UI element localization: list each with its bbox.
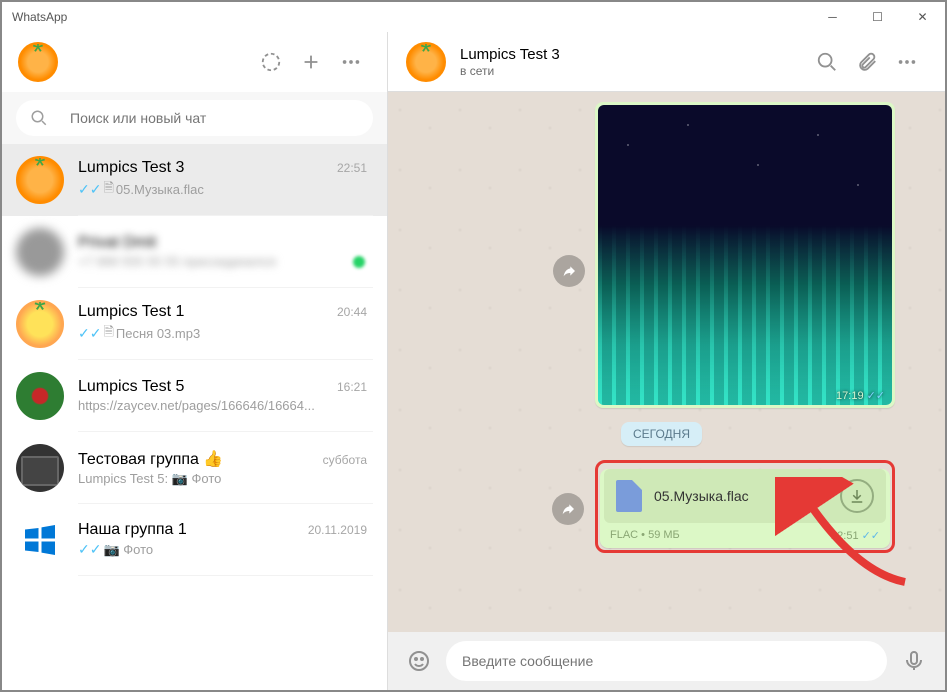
- chat-item-time: 16:21: [337, 380, 367, 394]
- chat-item[interactable]: Наша группа 120.11.2019 ✓✓📷 Фото: [2, 504, 387, 576]
- chat-item[interactable]: Lumpics Test 516:21 https://zaycev.net/pa…: [2, 360, 387, 432]
- chat-item-preview: https://zaycev.net/pages/166646/16664...: [78, 398, 367, 413]
- file-message-highlight: 05.Музыка.flac FLAC • 59 МБ 22:51 ✓✓: [595, 460, 895, 553]
- chat-item-name: Privat Dmit: [78, 234, 367, 252]
- chat-item-time: 22:51: [337, 161, 367, 175]
- chat-item[interactable]: Lumpics Test 322:51 ✓✓🗎 05.Музыка.flac: [2, 144, 387, 216]
- read-checks-icon: ✓✓: [78, 541, 101, 558]
- chat-item-avatar: [16, 444, 64, 492]
- file-timestamp: 22:51: [831, 530, 859, 542]
- messages-area[interactable]: 17:19 ✓✓ СЕГОДНЯ 05.Музыка.flac: [388, 92, 945, 632]
- chat-item-avatar: [16, 300, 64, 348]
- chat-item-avatar: [16, 156, 64, 204]
- forward-icon[interactable]: [553, 255, 585, 287]
- date-chip: СЕГОДНЯ: [621, 422, 702, 446]
- chat-item-avatar: [16, 228, 64, 276]
- chat-item[interactable]: Privat Dmit +7 999 555 55 55 присоединилс…: [2, 216, 387, 288]
- window-close-button[interactable]: ✕: [900, 2, 945, 32]
- chat-item-avatar: [16, 516, 64, 564]
- chat-item[interactable]: Lumpics Test 120:44 ✓✓🗎 Песня 03.mp3: [2, 288, 387, 360]
- chat-subtitle: в сети: [460, 64, 807, 78]
- status-icon[interactable]: [251, 42, 291, 82]
- my-avatar[interactable]: [18, 42, 58, 82]
- chat-item-preview: ✓✓🗎 Песня 03.mp3: [78, 323, 367, 345]
- sidebar-header: [2, 32, 387, 92]
- search-box[interactable]: [16, 100, 373, 136]
- search-input[interactable]: [70, 110, 359, 126]
- document-icon: 🗎: [103, 323, 113, 345]
- document-icon: [616, 480, 642, 512]
- search-row: [2, 92, 387, 144]
- compose-input-wrap[interactable]: [446, 641, 887, 681]
- chat-item-preview: ✓✓📷 Фото: [78, 541, 367, 558]
- emoji-icon[interactable]: [402, 644, 436, 678]
- file-meta: FLAC • 59 МБ: [610, 529, 680, 542]
- window-maximize-button[interactable]: ☐: [855, 2, 900, 32]
- chat-avatar[interactable]: [406, 42, 446, 82]
- forward-icon[interactable]: [552, 493, 584, 525]
- unread-dot: [351, 254, 367, 270]
- titlebar: WhatsApp ─ ☐ ✕: [2, 2, 945, 32]
- chat-item-time: 20.11.2019: [308, 523, 367, 537]
- chat-item-avatar: [16, 372, 64, 420]
- chat-item-name: Наша группа 1: [78, 521, 308, 539]
- chat-item-preview: +7 999 555 55 55 присоединился: [78, 254, 367, 269]
- chat-item-name: Lumpics Test 5: [78, 378, 337, 396]
- chat-search-icon[interactable]: [807, 42, 847, 82]
- chat-panel: Lumpics Test 3 в сети: [388, 32, 945, 690]
- menu-dots-icon[interactable]: [331, 42, 371, 82]
- chat-item-preview: ✓✓🗎 05.Музыка.flac: [78, 179, 367, 201]
- chat-list: Lumpics Test 322:51 ✓✓🗎 05.Музыка.flac Pri…: [2, 144, 387, 690]
- chat-item-time: суббота: [323, 453, 367, 467]
- chat-menu-icon[interactable]: [887, 42, 927, 82]
- chat-item[interactable]: Тестовая группа 👍суббота Lumpics Test 5: …: [2, 432, 387, 504]
- new-chat-icon[interactable]: [291, 42, 331, 82]
- message-composer: [388, 632, 945, 690]
- mic-icon[interactable]: [897, 644, 931, 678]
- chat-item-name: Lumpics Test 3: [78, 159, 337, 177]
- search-icon: [30, 109, 48, 127]
- chat-item-name: Lumpics Test 1: [78, 303, 337, 321]
- window-title: WhatsApp: [12, 10, 67, 24]
- file-name: 05.Музыка.flac: [654, 488, 828, 504]
- download-button[interactable]: [840, 479, 874, 513]
- document-icon: 🗎: [103, 179, 113, 201]
- chat-title: Lumpics Test 3: [460, 46, 807, 63]
- sidebar: Lumpics Test 322:51 ✓✓🗎 05.Музыка.flac Pri…: [2, 32, 388, 690]
- chat-header: Lumpics Test 3 в сети: [388, 32, 945, 92]
- read-checks-icon: ✓✓: [78, 325, 101, 342]
- read-checks-icon: ✓✓: [862, 529, 880, 542]
- chat-item-name: Тестовая группа 👍: [78, 449, 323, 469]
- chat-item-time: 20:44: [337, 305, 367, 319]
- image-timestamp: 17:19 ✓✓: [836, 389, 885, 402]
- aurora-image: [598, 105, 892, 405]
- chat-item-preview: Lumpics Test 5: 📷 Фото: [78, 471, 367, 487]
- read-checks-icon: ✓✓: [78, 181, 101, 198]
- file-message[interactable]: 05.Музыка.flac FLAC • 59 МБ 22:51 ✓✓: [600, 469, 890, 548]
- window-minimize-button[interactable]: ─: [810, 2, 855, 32]
- image-message[interactable]: 17:19 ✓✓: [595, 102, 895, 408]
- message-input[interactable]: [462, 653, 871, 669]
- attach-icon[interactable]: [847, 42, 887, 82]
